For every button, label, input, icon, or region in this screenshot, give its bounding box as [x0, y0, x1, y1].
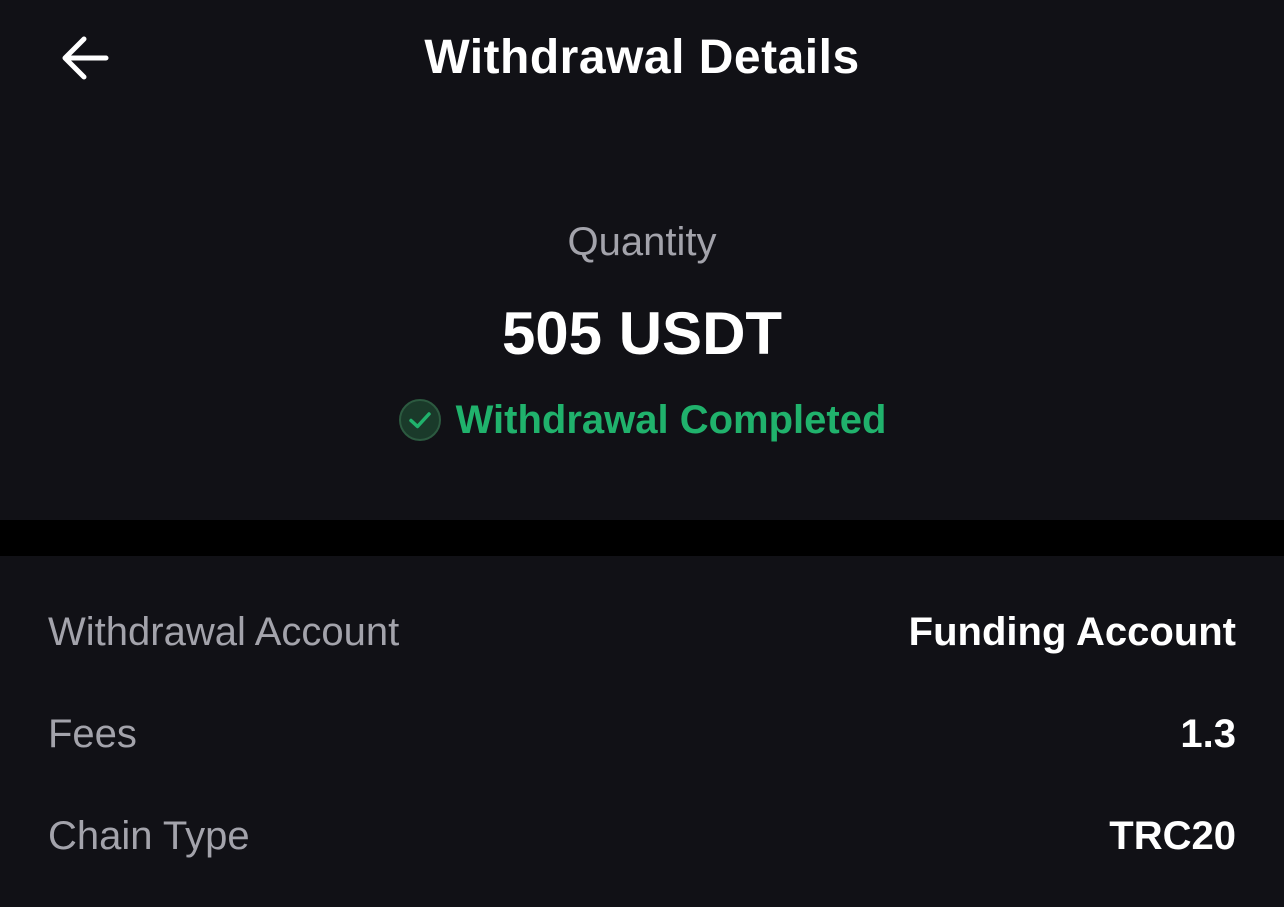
details-list: Withdrawal Account Funding Account Fees … — [0, 556, 1284, 907]
status-badge: Withdrawal Completed — [0, 394, 1284, 446]
withdrawal-summary: Quantity 505 USDT Withdrawal Completed — [0, 118, 1284, 520]
detail-value: TRC20 — [1109, 814, 1236, 858]
status-text: Withdrawal Completed — [455, 398, 887, 442]
check-circle-icon — [398, 398, 442, 442]
section-divider — [0, 520, 1284, 556]
detail-value: Funding Account — [908, 610, 1236, 654]
quantity-label: Quantity — [567, 220, 717, 264]
detail-label: Withdrawal Account — [48, 610, 400, 654]
detail-row-withdrawal-account: Withdrawal Account Funding Account — [48, 602, 1236, 662]
detail-row-chain-type: Chain Type TRC20 — [48, 806, 1236, 866]
detail-row-fees: Fees 1.3 — [48, 704, 1236, 764]
quantity-value: 505 USDT — [501, 300, 783, 367]
detail-label: Fees — [48, 712, 137, 756]
detail-label: Chain Type — [48, 814, 250, 858]
withdrawal-details-screen: Withdrawal Details Quantity 505 USDT Wit… — [0, 0, 1284, 907]
page-title: Withdrawal Details — [424, 31, 860, 84]
detail-value: 1.3 — [1180, 712, 1236, 756]
header: Withdrawal Details — [0, 0, 1284, 118]
